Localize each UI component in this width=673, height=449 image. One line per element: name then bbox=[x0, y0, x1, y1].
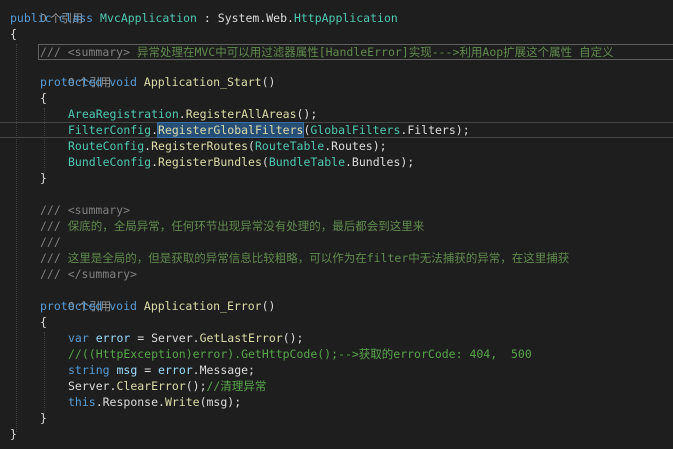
doc-slash: /// bbox=[40, 203, 68, 217]
code-line-18: /// </summary> bbox=[0, 266, 673, 282]
method-call: RegisterAllAreas bbox=[185, 107, 297, 121]
object-ref: error bbox=[158, 363, 193, 377]
code-line-15: /// 保底的，全局异常，任何环节出现异常没有处理的，最后都会到这里来 bbox=[0, 218, 673, 234]
method-call: ClearError bbox=[116, 379, 186, 393]
object-ref: Server. bbox=[68, 379, 117, 393]
punctuation: : bbox=[196, 11, 218, 25]
type-name: BundleConfig bbox=[68, 155, 152, 169]
doc-text: 异常处理在MVC中可以用过滤器属性[HandleError]实现--->利用Ao… bbox=[130, 45, 614, 59]
doc-text: 这里是全局的，但是获取的异常信息比较粗略，可以作为在filter中无法捕获的异常… bbox=[67, 251, 570, 265]
close-brace: } bbox=[40, 171, 47, 185]
arg-rest: .Bundles); bbox=[345, 155, 415, 169]
code-line-23: //((HttpException)error).GetHttpCode();-… bbox=[0, 346, 673, 362]
keyword: protected bbox=[40, 299, 103, 313]
code-line-16: /// bbox=[0, 234, 673, 250]
code-line-20: protected void Application_Error() bbox=[0, 298, 673, 314]
code-line-27: } bbox=[0, 410, 673, 426]
arg-rest: .Filters); bbox=[400, 123, 470, 137]
method-call: Write bbox=[164, 395, 200, 409]
close-brace: } bbox=[40, 411, 47, 425]
local-variable: msg bbox=[116, 363, 138, 377]
code-line-19: 0 个引用 bbox=[0, 282, 673, 313]
code-line-25: Server.ClearError();//清理异常 bbox=[0, 378, 673, 394]
open-brace: { bbox=[40, 315, 47, 329]
code-line-26: this.Response.Write(msg); bbox=[0, 394, 673, 410]
keyword: protected bbox=[40, 75, 103, 89]
code-line-6: protected void Application_Start() bbox=[0, 74, 673, 90]
code-line-14: /// <summary> bbox=[0, 202, 673, 218]
parens: () bbox=[261, 299, 276, 313]
code-line-1: 0 个引用 bbox=[0, 0, 673, 25]
code-line-2: public class MvcApplication : System.Web… bbox=[0, 10, 673, 26]
type-name: RouteConfig bbox=[68, 139, 145, 153]
doc-slash: /// bbox=[40, 219, 68, 233]
method-call: RegisterRoutes bbox=[151, 139, 249, 153]
code-line-21: { bbox=[0, 314, 673, 330]
type-name: AreaRegistration bbox=[68, 107, 179, 121]
arg-rest: .Routes); bbox=[324, 139, 387, 153]
keyword: class bbox=[58, 11, 94, 25]
class-name: MvcApplication bbox=[100, 11, 197, 25]
code-editor[interactable]: 0 个引用 public class MvcApplication : Syst… bbox=[0, 0, 673, 449]
call-end: (); bbox=[185, 379, 207, 393]
keyword: var bbox=[68, 331, 89, 345]
local-variable: error bbox=[95, 331, 131, 345]
call-end: (); bbox=[282, 331, 304, 345]
keyword: void bbox=[109, 299, 137, 313]
paren-open: ( bbox=[248, 139, 255, 153]
assignment: = Server. bbox=[130, 331, 200, 345]
keyword: void bbox=[109, 75, 137, 89]
call-end: (msg); bbox=[199, 395, 242, 409]
arg-type: GlobalFilters bbox=[310, 123, 401, 137]
doc-slash: /// bbox=[40, 251, 68, 265]
open-brace: { bbox=[40, 91, 47, 105]
base-class: HttpApplication bbox=[293, 11, 398, 25]
method-call: RegisterBundles bbox=[158, 155, 262, 169]
code-line-3: { bbox=[0, 26, 673, 42]
method-name: Application_Error bbox=[143, 299, 262, 313]
code-line-10: RouteConfig.RegisterRoutes(RouteTable.Ro… bbox=[0, 138, 673, 154]
code-line-5: 0 个引用 bbox=[0, 58, 673, 89]
code-line-7: { bbox=[0, 90, 673, 106]
open-brace: { bbox=[10, 27, 17, 41]
member-access: .Response. bbox=[95, 395, 165, 409]
dot: . bbox=[178, 107, 186, 121]
code-line-11: BundleConfig.RegisterBundles(BundleTable… bbox=[0, 154, 673, 170]
arg-type: RouteTable bbox=[254, 139, 325, 153]
code-line-28: } bbox=[0, 426, 673, 442]
type-name: FilterConfig bbox=[68, 123, 152, 137]
arg-type: BundleTable bbox=[268, 155, 345, 169]
doc-slash: /// bbox=[40, 267, 68, 281]
code-line-9: FilterConfig.RegisterGlobalFilters(Globa… bbox=[0, 122, 673, 138]
member-access: .Message; bbox=[192, 363, 255, 377]
keyword: this bbox=[68, 395, 96, 409]
doc-slash: /// bbox=[40, 235, 61, 249]
code-line-22: var error = Server.GetLastError(); bbox=[0, 330, 673, 346]
line-comment: //清理异常 bbox=[206, 379, 267, 393]
code-line-17: /// 这里是全局的，但是获取的异常信息比较粗略，可以作为在filter中无法捕… bbox=[0, 250, 673, 266]
assignment: = bbox=[137, 363, 159, 377]
dot: . bbox=[151, 123, 159, 137]
code-line-12: } bbox=[0, 170, 673, 186]
call-end: (); bbox=[296, 107, 318, 121]
doc-slash: /// bbox=[40, 45, 68, 59]
parens: () bbox=[261, 75, 276, 89]
close-brace: } bbox=[10, 427, 17, 441]
doc-tag: <summary> bbox=[67, 203, 131, 217]
doc-tag: </summary> bbox=[67, 267, 137, 281]
code-line-8: AreaRegistration.RegisterAllAreas(); bbox=[0, 106, 673, 122]
namespace: System.Web. bbox=[217, 11, 294, 25]
method-call: GetLastError bbox=[199, 331, 283, 345]
doc-tag: <summary> bbox=[67, 45, 131, 59]
dot: . bbox=[151, 155, 159, 169]
keyword: string bbox=[68, 363, 110, 377]
code-line-24: string msg = error.Message; bbox=[0, 362, 673, 378]
line-comment: //((HttpException)error).GetHttpCode();-… bbox=[68, 347, 532, 361]
method-name: Application_Start bbox=[143, 75, 262, 89]
paren-open: ( bbox=[261, 155, 269, 169]
keyword: public bbox=[10, 11, 52, 25]
doc-text: 保底的，全局异常，任何环节出现异常没有处理的，最后都会到这里来 bbox=[67, 219, 425, 233]
selected-method-call[interactable]: RegisterGlobalFilters bbox=[157, 122, 305, 138]
